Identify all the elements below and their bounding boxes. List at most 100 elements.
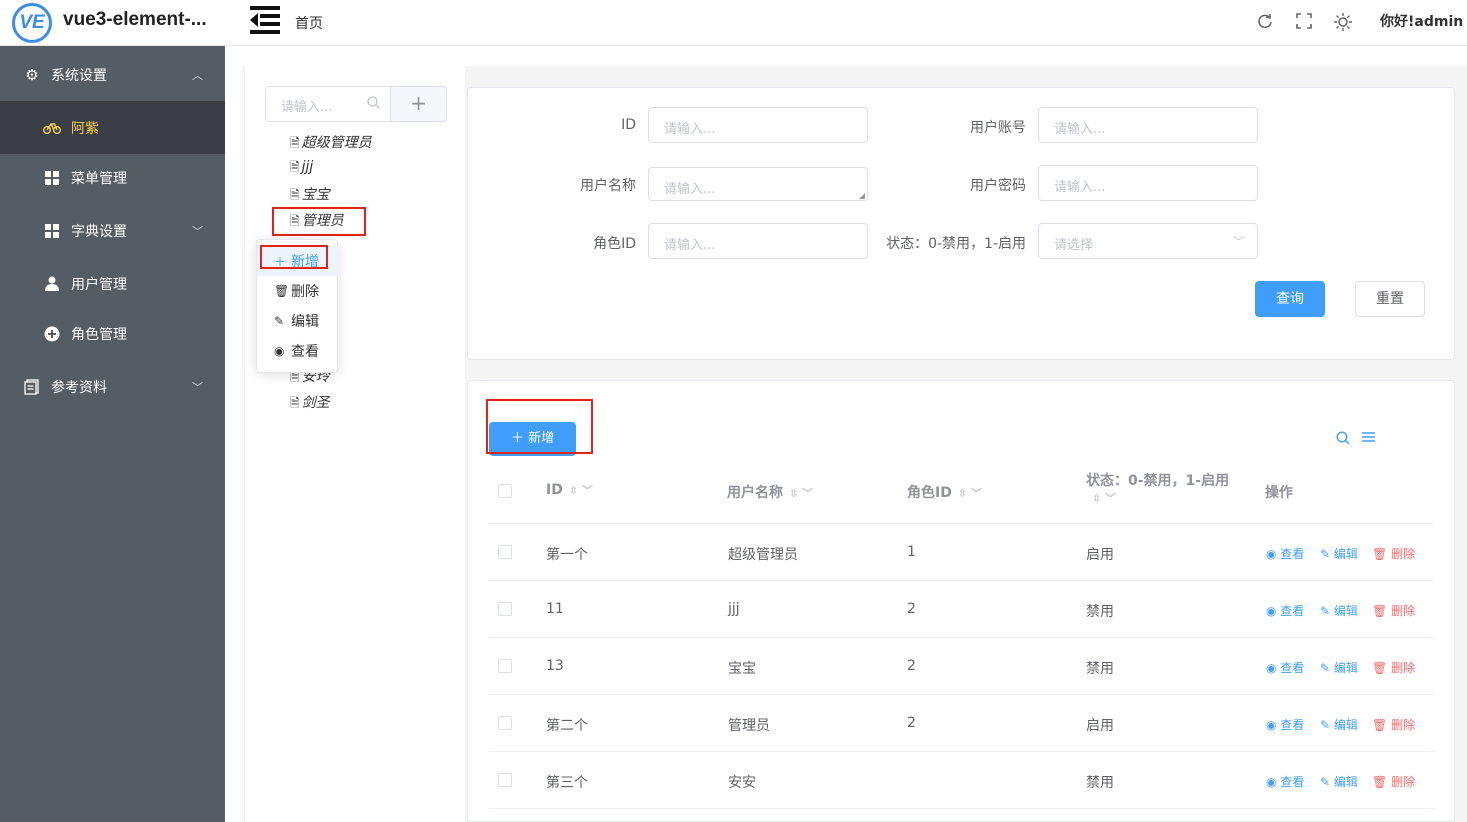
sort-icon[interactable]: ⇳ ﹀ xyxy=(958,487,982,500)
cell-status: 禁用 xyxy=(1086,604,1114,620)
row-checkbox[interactable] xyxy=(498,716,512,730)
view-button[interactable]: ◉ 查看 xyxy=(1266,773,1304,790)
sidebar-item-references[interactable]: 参考资料 ﹀ xyxy=(0,360,225,413)
sort-icon[interactable]: ⇳ ﹀ xyxy=(789,487,813,500)
edit-button[interactable]: ✎ 编辑 xyxy=(1320,659,1358,676)
fullscreen-icon[interactable] xyxy=(1294,12,1314,32)
document-icon: 🗎 xyxy=(290,396,300,410)
search-icon xyxy=(367,96,380,113)
sidebar-item-label: 角色管理 xyxy=(71,326,127,343)
column-header-name[interactable]: 用户名称 ⇳ ﹀ xyxy=(727,482,813,502)
edit-icon: ✎ xyxy=(1320,718,1334,732)
context-edit-item[interactable]: ✎ 编辑 xyxy=(257,306,339,336)
tree-node[interactable]: 🗎 jjj xyxy=(290,158,313,180)
delete-button[interactable]: 🗑 删除 xyxy=(1372,773,1415,790)
tree-add-button[interactable]: + xyxy=(390,86,447,122)
search-icon[interactable] xyxy=(1336,431,1350,449)
sidebar-item-menu-management[interactable]: 菜单管理 xyxy=(0,151,225,204)
tree-node[interactable]: 🗎 剑圣 xyxy=(290,392,330,414)
reset-button[interactable]: 重置 xyxy=(1355,281,1425,317)
row-checkbox[interactable] xyxy=(498,659,512,673)
row-checkbox[interactable] xyxy=(498,602,512,616)
edit-icon: ✎ xyxy=(1320,547,1334,561)
edit-button[interactable]: ✎ 编辑 xyxy=(1320,545,1358,562)
column-settings-icon[interactable] xyxy=(1362,431,1375,447)
row-divider xyxy=(488,637,1435,638)
sort-icon[interactable]: ⇳ ﹀ xyxy=(1092,490,1229,506)
delete-button[interactable]: 🗑 删除 xyxy=(1372,545,1415,562)
cell-name: 管理员 xyxy=(728,718,770,734)
cell-name: 超级管理员 xyxy=(728,547,798,563)
id-input[interactable]: 请输入... xyxy=(648,107,868,143)
view-button[interactable]: ◉ 查看 xyxy=(1266,659,1304,676)
username-textarea[interactable]: 请输入... ◢ xyxy=(648,167,868,201)
delete-button[interactable]: 🗑 删除 xyxy=(1372,716,1415,733)
column-header-status[interactable]: 状态：0-禁用，1-启用 ⇳ ﹀ xyxy=(1086,470,1229,506)
trash-icon: 🗑 xyxy=(1372,775,1392,789)
breadcrumb-home[interactable]: 首页 xyxy=(295,13,323,33)
edit-button[interactable]: ✎ 编辑 xyxy=(1320,716,1358,733)
eye-icon: ◉ xyxy=(1266,775,1281,789)
highlight-box xyxy=(486,399,593,454)
tree-node[interactable]: 🗎 超级管理员 xyxy=(290,132,372,154)
field-label-account: 用户账号 xyxy=(970,120,1026,136)
tree-search-placeholder: 请输入... xyxy=(281,100,333,115)
field-label-id: ID xyxy=(621,117,636,133)
edit-icon: ✎ xyxy=(1320,661,1334,675)
password-input[interactable]: 请输入... xyxy=(1038,165,1258,201)
refresh-icon[interactable] xyxy=(1255,12,1275,32)
field-label-status: 状态：0-禁用，1-启用 xyxy=(886,236,1026,252)
chevron-down-icon: ﹀ xyxy=(1232,235,1245,249)
delete-button[interactable]: 🗑 删除 xyxy=(1372,602,1415,619)
trash-icon: 🗑 xyxy=(1372,661,1392,675)
column-header-actions: 操作 xyxy=(1265,485,1293,501)
app-title: vue3-element-... xyxy=(63,9,207,30)
sidebar-item-dictionary[interactable]: 字典设置 ﹀ xyxy=(0,204,225,257)
row-checkbox[interactable] xyxy=(498,545,512,559)
sidebar-item-user-management[interactable]: 用户管理 xyxy=(0,257,225,310)
eye-icon: ◉ xyxy=(1266,604,1281,618)
tree-search-input[interactable]: 请输入... xyxy=(265,86,391,122)
tree-node[interactable]: 🗎 宝宝 xyxy=(290,184,330,206)
theme-icon[interactable] xyxy=(1333,12,1353,32)
edit-icon: ✎ xyxy=(1320,775,1334,789)
role-icon xyxy=(43,325,61,343)
sidebar-item-label: 用户管理 xyxy=(71,276,127,293)
query-button[interactable]: 查询 xyxy=(1255,281,1325,317)
sidebar-item-azi[interactable]: 阿紫 xyxy=(0,101,225,154)
view-button[interactable]: ◉ 查看 xyxy=(1266,545,1304,562)
role-id-input[interactable]: 请输入... xyxy=(648,223,868,259)
cell-id: 第二个 xyxy=(546,718,588,734)
delete-button[interactable]: 🗑 删除 xyxy=(1372,659,1415,676)
view-button[interactable]: ◉ 查看 xyxy=(1266,602,1304,619)
column-header-id[interactable]: ID ⇳ ﹀ xyxy=(546,482,593,498)
sidebar-item-system-settings[interactable]: ⚙ 系统设置 ︿ xyxy=(0,48,225,101)
edit-button[interactable]: ✎ 编辑 xyxy=(1320,773,1358,790)
view-button[interactable]: ◉ 查看 xyxy=(1266,716,1304,733)
trash-icon: 🗑 xyxy=(1372,604,1392,618)
cell-name: 宝宝 xyxy=(728,661,756,677)
sidebar-item-label: 菜单管理 xyxy=(71,170,127,187)
cell-role: 2 xyxy=(907,601,916,617)
cell-name: 安安 xyxy=(728,775,756,791)
row-divider xyxy=(488,694,1435,695)
select-all-checkbox[interactable] xyxy=(498,484,512,498)
sidebar-item-label: 阿紫 xyxy=(71,120,99,137)
edit-button[interactable]: ✎ 编辑 xyxy=(1320,602,1358,619)
user-greeting[interactable]: 你好!admin ﹀ xyxy=(1380,11,1467,31)
menu-toggle-icon[interactable] xyxy=(250,6,280,34)
column-header-role[interactable]: 角色ID ⇳ ﹀ xyxy=(907,482,982,502)
cell-role: 2 xyxy=(907,715,916,731)
context-view-item[interactable]: ◉ 查看 xyxy=(257,336,339,366)
highlight-box xyxy=(260,245,328,269)
status-select[interactable]: 请选择 ﹀ xyxy=(1038,223,1258,259)
edit-icon: ✎ xyxy=(1320,604,1334,618)
logo-area[interactable]: VE vue3-element-... xyxy=(0,0,225,46)
sidebar-item-role-management[interactable]: 角色管理 xyxy=(0,307,225,360)
row-divider xyxy=(488,580,1435,581)
account-input[interactable]: 请输入... xyxy=(1038,107,1258,143)
sort-icon[interactable]: ⇳ ﹀ xyxy=(569,484,593,497)
context-delete-item[interactable]: 🗑 删除 xyxy=(257,276,339,306)
resize-handle-icon[interactable]: ◢ xyxy=(859,191,865,200)
row-checkbox[interactable] xyxy=(498,773,512,787)
